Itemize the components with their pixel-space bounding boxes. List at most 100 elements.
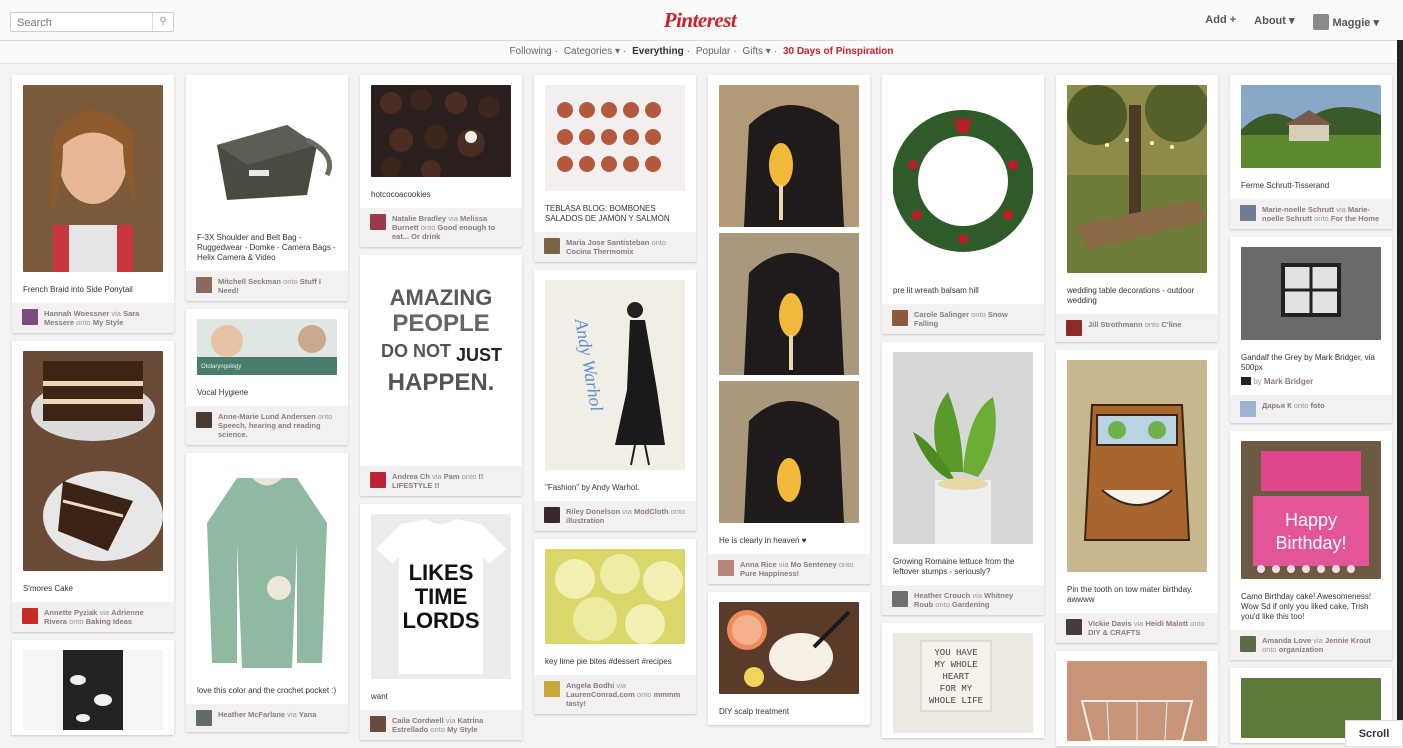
avatar[interactable] [718, 560, 734, 576]
search-box[interactable]: ⚲ [10, 12, 174, 32]
pinner-link[interactable]: Jill Strothmann [1088, 320, 1143, 329]
pin-image-wedding-table[interactable] [1067, 78, 1209, 273]
nav-popular[interactable]: Popular [696, 46, 730, 57]
pin-image-smores-cake[interactable] [23, 351, 163, 571]
pinner-link[interactable]: Maria Jose Santisteban [566, 238, 649, 247]
pin-image-key-lime-bites[interactable] [545, 549, 685, 644]
source-link[interactable]: Jennie Krout [1325, 636, 1371, 645]
avatar[interactable] [544, 507, 560, 523]
avatar[interactable] [544, 238, 560, 254]
avatar[interactable] [892, 310, 908, 326]
avatar[interactable] [1240, 205, 1256, 221]
pin-card[interactable]: DIY scalp treatment [708, 592, 870, 725]
source-link[interactable]: Yana [299, 710, 317, 719]
source-link[interactable]: Mark Bridger [1264, 377, 1313, 386]
pin-card[interactable]: wedding table decorations - outdoor wedd… [1056, 75, 1218, 342]
pinner-link[interactable]: Angela Bodhi [566, 681, 614, 690]
pin-card[interactable]: Andy Warhol "Fashion" by Andy Warhol. Ri… [534, 270, 696, 531]
board-link[interactable]: Baking Ideas [86, 617, 132, 626]
pin-card[interactable]: TEBLASA BLOG: BOMBONES SALADOS DE JAMÓN … [534, 75, 696, 262]
source-link[interactable]: Heidi Malott [1145, 619, 1188, 628]
pinner-link[interactable]: Hannah Woessner [44, 309, 109, 318]
pinner-link[interactable]: Natalie Bradley [392, 214, 446, 223]
pinner-link[interactable]: Дарья К [1262, 401, 1292, 410]
board-link[interactable]: illustration [566, 516, 604, 525]
pin-card[interactable]: AMAZING PEOPLE DO NOT JUST HAPPEN. Andre… [360, 255, 522, 496]
add-menu[interactable]: Add + [1205, 14, 1236, 30]
avatar[interactable] [196, 710, 212, 726]
pin-card[interactable]: LIKES TIME LORDS want Caila Cordwell via… [360, 504, 522, 740]
pin-card[interactable]: Otolaryngology Vocal Hygiene Anne-Marie … [186, 309, 348, 445]
avatar[interactable] [22, 309, 38, 325]
pin-card[interactable]: key lime pie bites #dessert #recipes Ang… [534, 539, 696, 714]
pin-card[interactable]: Growing Romaine lettuce from the leftove… [882, 342, 1044, 615]
pinner-link[interactable]: Heather Crouch [914, 591, 970, 600]
pin-card[interactable]: Pin the tooth on tow mater birthday. aww… [1056, 350, 1218, 643]
avatar[interactable] [1240, 636, 1256, 652]
source-link[interactable]: ModCloth [634, 507, 669, 516]
pin-image-camo-cake[interactable]: Happy Birthday! [1241, 441, 1381, 579]
user-menu[interactable]: Maggie ▾ [1312, 14, 1379, 30]
pin-image-cocoa-cookies[interactable] [371, 85, 511, 180]
scroll-button[interactable]: Scroll [1345, 720, 1403, 747]
avatar[interactable] [892, 591, 908, 607]
nav-pinspiration[interactable]: 30 Days of Pinspiration [783, 46, 894, 57]
pin-card[interactable]: He is clearly in heaven ♥ Anna Rice via … [708, 75, 870, 584]
pin-image-wreath[interactable] [892, 85, 1034, 273]
board-link[interactable]: Gardening [952, 600, 990, 609]
board-link[interactable]: Speech, hearing and reading science. [218, 421, 321, 439]
pin-image-farmhouse[interactable] [1241, 85, 1381, 168]
pin-card[interactable]: Ferme Schrutt-Tisserand Marie-noelle Sch… [1230, 75, 1392, 229]
pinner-link[interactable]: Riley Donelson [566, 507, 620, 516]
nav-gifts[interactable]: Gifts ▾ [742, 46, 770, 57]
avatar[interactable] [1240, 401, 1256, 417]
pin-card[interactable] [1056, 651, 1218, 746]
pin-card[interactable]: pre lit wreath balsam hill Carole Saling… [882, 75, 1044, 334]
avatar[interactable] [1066, 619, 1082, 635]
pinner-link[interactable]: Heather McFarlane [218, 710, 285, 719]
pin-card[interactable]: French Braid into Side Ponytail Hannah W… [12, 75, 174, 333]
pinner-link[interactable]: Annette Pyziak [44, 608, 97, 617]
board-link[interactable]: Cocina Thermomix [566, 247, 634, 256]
pinner-link[interactable]: Anna Rice [740, 560, 777, 569]
source-link[interactable]: LaurenConrad.com [566, 690, 635, 699]
pinner-link[interactable]: Andrea Ch [392, 472, 430, 481]
board-link[interactable]: For the Home [1331, 214, 1379, 223]
pinner-link[interactable]: Marie-noelle Schrutt [1262, 205, 1334, 214]
pinner-link[interactable]: Carole Salinger [914, 310, 969, 319]
pin-image-wire-basket[interactable] [1067, 661, 1207, 742]
pin-image-scalp-treatment[interactable] [719, 602, 859, 694]
pin-image-camera-bag[interactable] [197, 85, 337, 220]
pin-image-amazing-people[interactable]: AMAZING PEOPLE DO NOT JUST HAPPEN. [371, 265, 511, 435]
about-menu[interactable]: About ▾ [1254, 14, 1294, 30]
pin-card[interactable]: YOU HAVE MY WHOLE HEART FOR MY WHOLE LIF… [882, 623, 1044, 738]
avatar[interactable] [1066, 320, 1082, 336]
pin-card[interactable]: Gandalf the Grey by Mark Bridger, via 50… [1230, 237, 1392, 423]
pin-icon[interactable] [22, 608, 38, 624]
pinner-link[interactable]: Mitchell Seckman [218, 277, 281, 286]
avatar[interactable] [370, 472, 386, 488]
pin-image-vocal-hygiene[interactable]: Otolaryngology [197, 319, 337, 375]
pin-card[interactable]: Happy Birthday! Camo Birthday cake! Awes… [1230, 431, 1392, 660]
pin-card[interactable]: F-3X Shoulder and Belt Bag - Ruggedwear … [186, 75, 348, 301]
pin-image-heart-sign[interactable]: YOU HAVE MY WHOLE HEART FOR MY WHOLE LIF… [893, 633, 1033, 733]
board-link[interactable]: organization [1279, 645, 1324, 654]
nav-categories[interactable]: Categories ▾ [564, 46, 620, 57]
pin-image-dog-popsicle[interactable] [719, 85, 859, 523]
pinner-link[interactable]: Anne-Marie Lund Andersen [218, 412, 316, 421]
pin-card[interactable] [12, 640, 174, 735]
search-input[interactable] [11, 14, 157, 32]
pinterest-logo[interactable]: Pinterest [640, 8, 760, 33]
pin-image-ponytail[interactable] [23, 85, 163, 272]
pin-image-green-sweater[interactable] [197, 463, 337, 673]
pinner-link[interactable]: Caila Cordwell [392, 716, 444, 725]
pin-image-romaine[interactable] [893, 352, 1033, 544]
source-link[interactable]: Mo Senteney [790, 560, 836, 569]
pin-card[interactable]: hotcocoacookies Natalie Bradley via Meli… [360, 75, 522, 247]
pin-image-tshirt[interactable]: LIKES TIME LORDS [371, 514, 511, 679]
pin-card[interactable]: love this color and the crochet pocket :… [186, 453, 348, 732]
board-link[interactable]: My Style [447, 725, 477, 734]
pin-image-window-bw[interactable] [1241, 247, 1381, 340]
avatar[interactable] [544, 681, 560, 697]
pin-image-tow-mater[interactable] [1067, 360, 1207, 572]
